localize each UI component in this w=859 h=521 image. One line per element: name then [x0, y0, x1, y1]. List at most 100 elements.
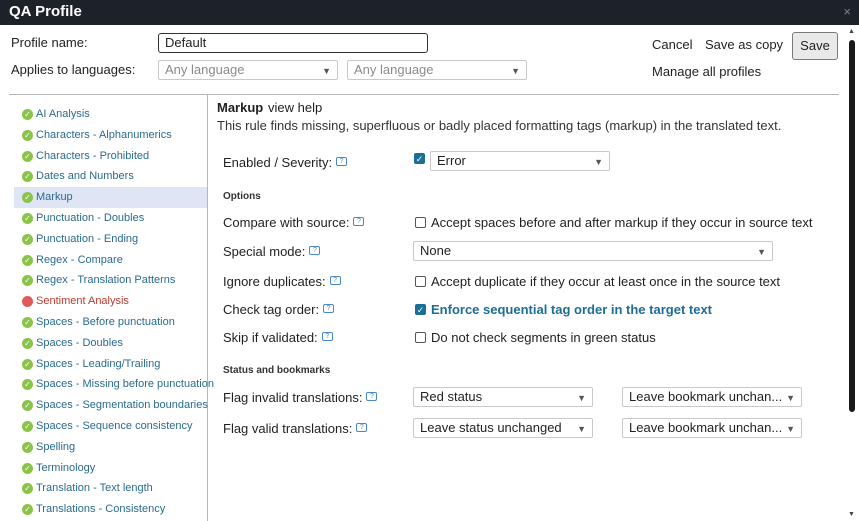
sidebar-item-label: AI Analysis — [36, 108, 90, 120]
tag-order-checkbox[interactable]: ✓ — [415, 304, 426, 315]
chevron-down-icon: ▼ — [757, 247, 766, 257]
rule-description: This rule finds missing, superfluous or … — [217, 118, 782, 133]
valid-bookmark-value: Leave bookmark unchan... — [629, 420, 783, 435]
sidebar-item-label: Spelling — [36, 440, 76, 453]
vertical-scrollbar[interactable]: ▲ ▼ — [848, 28, 856, 518]
profile-name-input[interactable]: Default — [158, 33, 428, 53]
invalid-bookmark-select[interactable]: Leave bookmark unchan... ▼ — [622, 387, 802, 407]
chevron-down-icon: ▼ — [594, 157, 603, 167]
valid-status-select[interactable]: Leave status unchanged ▼ — [413, 418, 593, 438]
info-icon[interactable]: ? — [366, 392, 378, 401]
enabled-checkbox[interactable]: ✓ — [414, 153, 425, 164]
sidebar-item[interactable]: ✓ Regex - Translation Patterns — [14, 270, 207, 291]
ok-status-icon: ✓ — [22, 275, 33, 287]
error-status-icon — [22, 296, 33, 308]
view-help-link[interactable]: view help — [268, 100, 322, 115]
compare-source-label: Compare with source:? — [223, 215, 365, 230]
sidebar-divider — [207, 95, 208, 521]
scroll-down-icon[interactable]: ▼ — [848, 511, 855, 518]
sidebar-item-label: Spaces - Missing before punctuation — [36, 378, 214, 391]
sidebar-item[interactable]: ✓ Punctuation - Ending — [14, 229, 207, 250]
skip-validated-text: Skip if validated: — [223, 330, 318, 345]
sidebar-item-label: Translations - Consistency — [36, 503, 166, 516]
special-mode-select[interactable]: None ▼ — [413, 241, 773, 261]
applies-languages-label: Applies to languages: — [11, 62, 136, 77]
sidebar-item-label: Dates and Numbers — [36, 170, 134, 183]
manage-profiles-link[interactable]: Manage all profiles — [652, 64, 761, 79]
sidebar-item[interactable]: ✓ Terminology — [14, 458, 207, 479]
ok-status-icon: ✓ — [22, 192, 33, 204]
info-icon[interactable]: ? — [353, 217, 365, 226]
invalid-status-select[interactable]: Red status ▼ — [413, 387, 593, 407]
sidebar-item-label: Spaces - Sequence consistency — [36, 419, 193, 432]
sidebar-item[interactable]: Sentiment Analysis — [14, 291, 207, 312]
source-language-select[interactable]: Any language ▼ — [158, 60, 338, 80]
ignore-duplicates-checkbox[interactable] — [415, 276, 426, 287]
ok-status-icon: ✓ — [22, 212, 33, 224]
ok-status-icon: ✓ — [22, 233, 33, 245]
info-icon[interactable]: ? — [329, 276, 341, 285]
sidebar-item[interactable]: ✓ Spelling — [14, 437, 207, 458]
ignore-duplicates-text: Ignore duplicates: — [223, 274, 326, 289]
save-button[interactable]: Save — [792, 32, 838, 60]
sidebar-item[interactable]: ✓ Markup — [14, 187, 207, 208]
sidebar-item[interactable]: ✓ AI Analysis — [14, 104, 207, 125]
severity-select[interactable]: Error ▼ — [430, 151, 610, 171]
chevron-down-icon: ▼ — [786, 393, 795, 403]
info-icon[interactable]: ? — [336, 157, 348, 166]
special-mode-value: None — [420, 243, 452, 258]
chevron-down-icon: ▼ — [577, 424, 586, 434]
ok-status-icon: ✓ — [22, 420, 33, 432]
ok-status-icon: ✓ — [22, 441, 33, 453]
sidebar-item[interactable]: ✓ Dates and Numbers — [14, 166, 207, 187]
info-icon[interactable]: ? — [323, 304, 335, 313]
sidebar-item[interactable]: ✓ Translations - Consistency — [14, 499, 207, 520]
valid-bookmark-select[interactable]: Leave bookmark unchan... ▼ — [622, 418, 802, 438]
info-icon[interactable]: ? — [321, 332, 333, 341]
sidebar-item-label: Punctuation - Doubles — [36, 211, 145, 224]
ok-status-icon: ✓ — [22, 109, 33, 120]
flag-valid-text: Flag valid translations: — [223, 421, 353, 436]
ok-status-icon: ✓ — [22, 483, 33, 495]
sidebar-item[interactable]: ✓ Punctuation - Doubles — [14, 208, 207, 229]
chevron-down-icon: ▼ — [577, 393, 586, 403]
compare-source-checkbox[interactable] — [415, 217, 426, 228]
sidebar-item-label: Spaces - Segmentation boundaries — [36, 399, 208, 412]
ok-status-icon: ✓ — [22, 462, 33, 474]
sidebar-item[interactable]: ✓ Spaces - Before punctuation — [14, 312, 207, 333]
sidebar-item-label: Spaces - Before punctuation — [36, 315, 175, 328]
sidebar-item-label: Terminology — [36, 461, 96, 474]
ok-status-icon: ✓ — [22, 254, 33, 266]
sidebar-item[interactable]: ✓ Spaces - Leading/Trailing — [14, 354, 207, 375]
sidebar-item[interactable]: ✓ Translation - Text length — [14, 478, 207, 499]
sidebar-item-label: Spaces - Doubles — [36, 336, 123, 349]
profile-name-label: Profile name: — [11, 35, 88, 50]
compare-source-text: Compare with source: — [223, 215, 350, 230]
sidebar-item[interactable]: ✓ Spaces - Segmentation boundaries — [14, 395, 208, 416]
info-icon[interactable]: ? — [309, 246, 321, 255]
cancel-button[interactable]: Cancel — [652, 37, 692, 52]
ok-status-icon: ✓ — [22, 150, 33, 162]
sidebar-item[interactable]: ✓ Spaces - Missing before punctuation — [14, 374, 214, 395]
sidebar-item-label: Characters - Prohibited — [36, 149, 150, 162]
invalid-status-value: Red status — [420, 389, 483, 404]
close-icon[interactable]: × — [843, 4, 851, 19]
save-as-copy-button[interactable]: Save as copy — [705, 37, 783, 52]
skip-validated-checkbox[interactable] — [415, 332, 426, 343]
scroll-up-icon[interactable]: ▲ — [848, 28, 855, 35]
rule-title: Markup — [217, 100, 264, 115]
severity-value: Error — [437, 153, 466, 168]
sidebar-item[interactable]: ✓ Regex - Compare — [14, 250, 207, 271]
ok-status-icon: ✓ — [22, 316, 33, 328]
sidebar-item[interactable]: ✓ Spaces - Doubles — [14, 333, 207, 354]
info-icon[interactable]: ? — [356, 423, 368, 432]
compare-source-option: Accept spaces before and after markup if… — [431, 215, 813, 230]
profile-name-value: Default — [165, 35, 207, 50]
sidebar-item[interactable]: ✓ Characters - Alphanumerics — [14, 125, 207, 146]
sidebar-item[interactable]: ✓ Characters - Prohibited — [14, 146, 207, 167]
skip-validated-option: Do not check segments in green status — [431, 330, 656, 345]
sidebar-item[interactable]: ✓ Spaces - Sequence consistency — [14, 416, 207, 437]
scrollbar-thumb[interactable] — [849, 40, 855, 412]
target-language-select[interactable]: Any language ▼ — [347, 60, 527, 80]
sidebar-item-label: Sentiment Analysis — [36, 295, 129, 308]
